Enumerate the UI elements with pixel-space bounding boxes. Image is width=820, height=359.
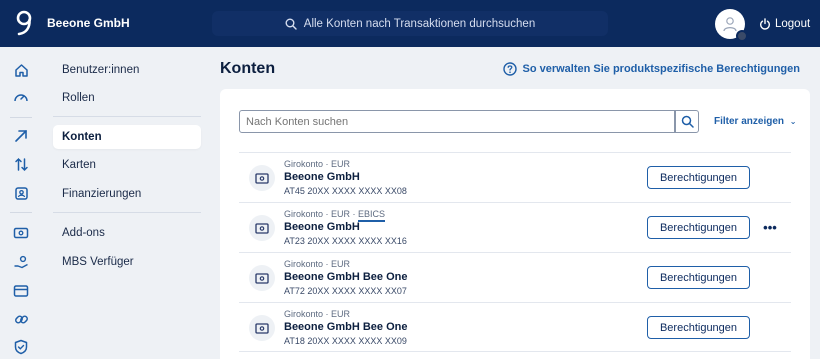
nav-item-mbs-verfuger[interactable]: MBS Verfüger <box>53 250 201 274</box>
nav-divider <box>53 116 201 117</box>
account-name: Beeone GmbH <box>284 171 360 183</box>
icon-rail <box>0 47 42 359</box>
account-iban: AT18 20XX XXXX XXXX XX09 <box>284 336 407 346</box>
nav-item-rollen[interactable]: Rollen <box>53 86 201 110</box>
nav-item-benutzer[interactable]: Benutzer:innen <box>53 58 201 82</box>
cards-icon[interactable] <box>12 282 30 300</box>
account-search-input[interactable] <box>239 110 675 133</box>
question-circle-icon <box>503 62 518 76</box>
link-icon[interactable] <box>12 310 30 328</box>
account-row: Girokonto · EUR Beeone GmbH AT45 20XX XX… <box>239 152 791 202</box>
account-iban: AT23 20XX XXXX XXXX XX16 <box>284 236 407 246</box>
account-row: Girokonto · EUR · EBICS Beeone GmbH AT23… <box>239 202 791 252</box>
account-type: Girokonto · EUR <box>284 309 351 319</box>
top-bar: Beeone GmbH Alle Konten nach Transaktion… <box>0 0 820 47</box>
gear-badge-icon <box>736 30 748 42</box>
hand-coin-icon[interactable] <box>12 253 30 271</box>
account-card-icon[interactable] <box>12 224 30 242</box>
account-row: Girokonto · EUR Beeone GmbH Bee One AT72… <box>239 252 791 302</box>
page-title: Konten <box>220 60 276 77</box>
dashboard-gauge-icon[interactable] <box>12 89 30 107</box>
sub-navigation: Benutzer:innen Rollen Konten Karten Fina… <box>42 47 210 359</box>
account-iban: AT45 20XX XXXX XXXX XX08 <box>284 186 407 196</box>
contact-card-icon[interactable] <box>12 184 30 202</box>
global-search-placeholder: Alle Konten nach Transaktionen durchsuch… <box>303 17 536 30</box>
permissions-button[interactable]: Berechtigungen <box>647 266 750 289</box>
company-name: Beeone GmbH <box>47 16 130 30</box>
account-name: Beeone GmbH Bee One <box>284 321 408 333</box>
account-iban: AT72 20XX XXXX XXXX XX07 <box>284 286 407 296</box>
logo-icon[interactable] <box>14 10 34 36</box>
search-icon <box>681 115 694 128</box>
account-type: Girokonto · EUR · EBICS <box>284 209 386 222</box>
logout-label: Logout <box>775 17 811 30</box>
bank-account-icon <box>249 315 275 341</box>
help-link[interactable]: So verwalten Sie produktspezifische Bere… <box>503 62 800 76</box>
power-icon <box>760 17 770 30</box>
logout-button[interactable]: Logout <box>759 0 810 47</box>
chevron-down-icon: ⌄ <box>789 117 797 126</box>
home-icon[interactable] <box>12 61 30 79</box>
nav-item-konten[interactable]: Konten <box>53 125 201 149</box>
nav-item-karten[interactable]: Karten <box>53 153 201 177</box>
account-search-button[interactable] <box>675 110 699 133</box>
permissions-button[interactable]: Berechtigungen <box>647 316 750 339</box>
avatar[interactable] <box>715 9 748 42</box>
more-options-icon[interactable]: ••• <box>763 216 777 239</box>
rail-divider <box>10 117 32 118</box>
arrow-up-right-icon[interactable] <box>12 127 30 145</box>
account-name: Beeone GmbH <box>284 221 360 233</box>
help-link-label: So verwalten Sie produktspezifische Bere… <box>522 63 800 75</box>
bank-account-icon <box>249 215 275 241</box>
accounts-card: Filter anzeigen ⌄ Girokonto · EUR Beeone… <box>220 89 810 359</box>
user-icon <box>723 17 737 32</box>
shield-icon[interactable] <box>12 338 30 356</box>
nav-item-finanzierungen[interactable]: Finanzierungen <box>53 182 201 206</box>
permissions-button[interactable]: Berechtigungen <box>647 166 750 189</box>
ebics-tag: EBICS <box>358 209 386 222</box>
permissions-button[interactable]: Berechtigungen <box>647 216 750 239</box>
nav-item-add-ons[interactable]: Add-ons <box>53 221 201 245</box>
global-search[interactable]: Alle Konten nach Transaktionen durchsuch… <box>212 11 608 36</box>
filter-toggle[interactable]: Filter anzeigen ⌄ <box>714 110 797 133</box>
bank-account-icon <box>249 165 275 191</box>
account-type-text: Girokonto · EUR · <box>284 209 359 219</box>
filter-label: Filter anzeigen <box>714 116 785 127</box>
account-row: Girokonto · EUR Beeone GmbH Bee One AT18… <box>239 302 791 352</box>
rail-divider <box>10 212 32 213</box>
account-type: Girokonto · EUR <box>284 159 351 169</box>
search-icon <box>285 18 297 30</box>
account-name: Beeone GmbH Bee One <box>284 271 408 283</box>
nav-divider <box>53 212 201 213</box>
bank-account-icon <box>249 265 275 291</box>
transfer-arrows-icon[interactable] <box>12 155 30 173</box>
account-type: Girokonto · EUR <box>284 259 351 269</box>
